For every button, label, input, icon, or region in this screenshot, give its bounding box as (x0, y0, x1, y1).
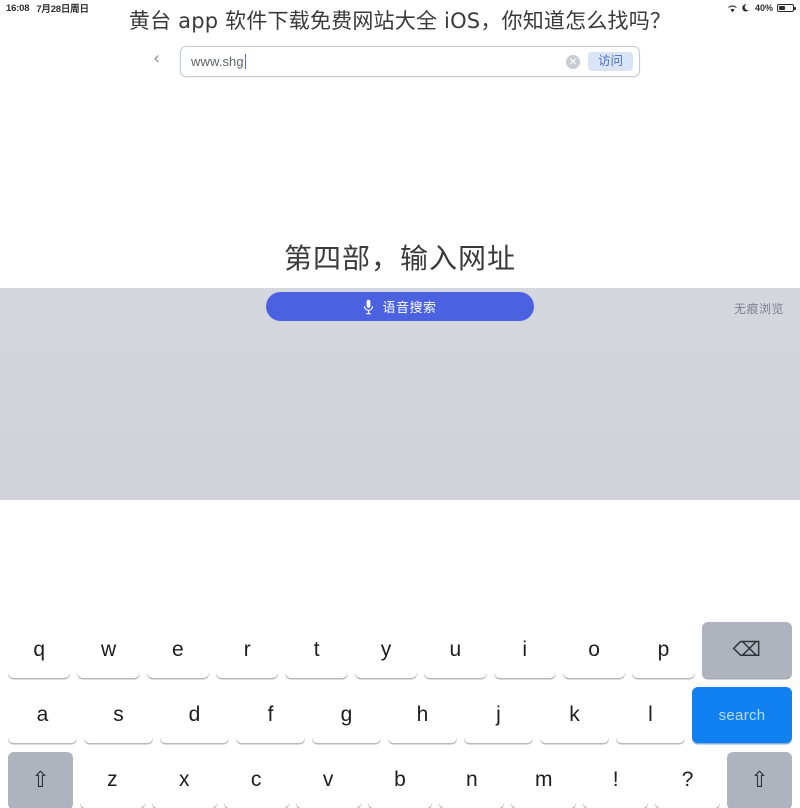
key-label: n (466, 768, 478, 791)
key-g[interactable]: g (312, 687, 381, 743)
key-label: j (496, 703, 501, 726)
key-z[interactable]: z (79, 752, 145, 808)
key-label: k (569, 703, 580, 726)
key-label: f (267, 703, 274, 726)
clear-icon[interactable] (565, 54, 580, 69)
key-t[interactable]: t (285, 622, 348, 678)
key-k[interactable]: k (540, 687, 609, 743)
key-f[interactable]: f (236, 687, 305, 743)
key-label: b (394, 768, 406, 791)
key-label: s (113, 703, 124, 726)
key-v[interactable]: v (295, 752, 361, 808)
key-label: z (107, 768, 118, 791)
page-title: 黄台 app 软件下载免费网站大全 iOS，你知道怎么找吗？ (128, 9, 672, 33)
key-m[interactable]: m (511, 752, 577, 808)
key-label: p (657, 638, 670, 661)
backspace-icon: ⌫ (732, 639, 761, 661)
back-button[interactable]: ‹ (153, 50, 160, 68)
microphone-icon (363, 299, 374, 315)
address-bar[interactable]: www.shg 访问 (180, 46, 640, 77)
keyboard-row-3: ⇧ z x c v b n m!? ⇧ (0, 752, 800, 808)
key-label: i (522, 638, 528, 661)
search-key[interactable]: search (692, 687, 793, 743)
key-label: u (449, 638, 462, 661)
key-label: c (250, 768, 262, 791)
key-label: h (416, 703, 429, 726)
key-l[interactable]: l (616, 687, 685, 743)
key-c[interactable]: c (223, 752, 289, 808)
key-w[interactable]: w (77, 622, 140, 678)
key-label: v (322, 768, 334, 791)
key-e[interactable]: e (146, 622, 210, 678)
key-y[interactable]: y (354, 622, 418, 678)
text-cursor (244, 54, 247, 69)
key-label: e (172, 638, 184, 661)
voice-search-button[interactable]: 语音搜索 (266, 292, 534, 321)
key-label: a (36, 703, 49, 726)
shift-key[interactable]: ⇧ (8, 752, 73, 808)
key-d[interactable]: d (160, 687, 229, 743)
keyboard-row-1: q w e r t y u i o p ⌫ (0, 622, 800, 678)
key-u[interactable]: u (424, 622, 487, 678)
key-r[interactable]: r (216, 622, 279, 678)
caption-text: 第四部，输入网址 (283, 242, 516, 275)
key-q[interactable]: q (8, 622, 71, 678)
key-?[interactable]: ? (655, 752, 721, 808)
key-label: ? (681, 768, 694, 791)
search-key-label: search (718, 706, 766, 724)
key-label: ! (612, 768, 619, 791)
keyboard-toolbar: 语音搜索 无痕浏览 (0, 288, 800, 330)
shift-icon: ⇧ (750, 767, 769, 792)
key-label: w (100, 638, 117, 661)
incognito-button[interactable]: 无痕浏览 (734, 300, 784, 317)
key-label: r (243, 638, 251, 661)
key-label: o (588, 638, 600, 661)
key-x[interactable]: x (151, 752, 217, 808)
key-![interactable]: ! (583, 752, 649, 808)
key-h[interactable]: h (388, 687, 457, 743)
go-button[interactable]: 访问 (587, 51, 633, 72)
backspace-key[interactable]: ⌫ (701, 622, 793, 678)
key-label: g (340, 703, 353, 726)
key-p[interactable]: p (632, 622, 695, 678)
key-s[interactable]: s (84, 687, 153, 743)
key-label: x (179, 768, 190, 791)
key-b[interactable]: b (367, 752, 433, 808)
url-input[interactable]: www.shg (191, 54, 244, 69)
key-i[interactable]: i (493, 622, 556, 678)
key-label: q (33, 638, 46, 661)
key-j[interactable]: j (464, 687, 533, 743)
key-label: y (380, 638, 392, 661)
keyboard-panel: 语音搜索 无痕浏览 q w e r t y u i o p ⌫ a s d f g h j k l search ⇧ z… (0, 288, 800, 808)
key-label: t (313, 638, 320, 661)
key-a[interactable]: a (8, 687, 77, 743)
key-label: m (535, 768, 553, 791)
voice-search-label: 语音搜索 (382, 301, 437, 316)
key-label: d (188, 703, 201, 726)
shift-key[interactable]: ⇧ (727, 752, 792, 808)
key-n[interactable]: n (439, 752, 505, 808)
key-label: l (648, 703, 653, 726)
keyboard-row-2: a s d f g h j k l search (0, 687, 800, 743)
shift-icon: ⇧ (31, 767, 50, 792)
key-o[interactable]: o (562, 622, 626, 678)
